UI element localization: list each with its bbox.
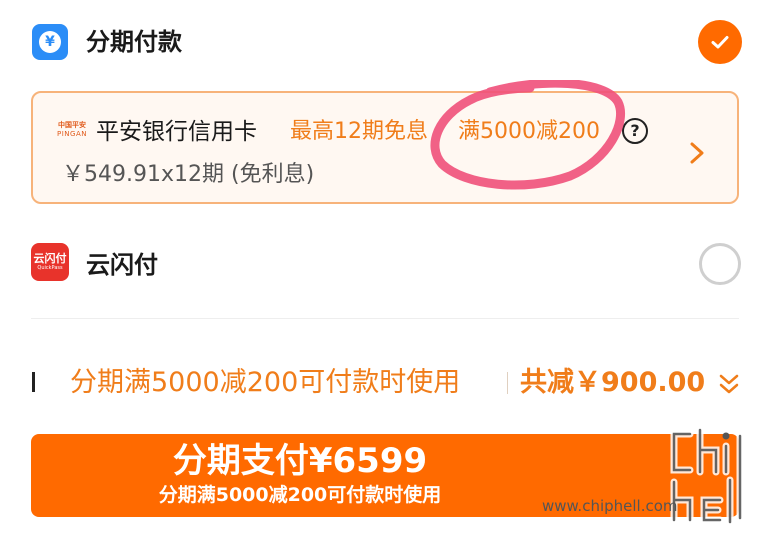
divider (31, 318, 739, 319)
summary-total-discount[interactable]: 共减￥900.00 (520, 364, 705, 402)
watermark-url: www.chiphell.com (542, 497, 678, 515)
bank-name: 平安银行信用卡 (96, 119, 257, 145)
yunshanfu-logo-text: 云闪付 (33, 252, 67, 265)
promo-interest-free: 最高12期免息 (290, 119, 428, 144)
hand-drawn-circle-annotation-icon (430, 80, 626, 190)
pingan-bank-logo-icon: 中国平安 PINGAN (55, 118, 89, 142)
installment-selected-check-icon[interactable] (698, 20, 742, 64)
installment-icon: ¥ (32, 24, 68, 60)
yunshanfu-logo-sub: QuickPass (37, 265, 63, 271)
yunshanfu-logo-icon: 云闪付 QuickPass (31, 243, 69, 281)
bank-logo-en: PINGAN (57, 130, 87, 138)
yunshanfu-title: 云闪付 (86, 251, 158, 279)
double-chevron-down-icon[interactable] (718, 371, 740, 397)
installment-detail: ￥549.91x12期 (免利息) (62, 162, 315, 187)
bank-logo-cn: 中国平安 (58, 121, 86, 129)
yen-coin-icon: ¥ (39, 31, 61, 53)
yunshanfu-radio[interactable] (699, 243, 741, 285)
chevron-right-icon[interactable] (686, 140, 708, 166)
pay-button-sublabel: 分期满5000减200可付款时使用 (158, 484, 442, 506)
checkmark-icon (711, 36, 729, 49)
summary-promo-text: 分期满5000减200可付款时使用 (70, 367, 461, 398)
pay-button-label: 分期支付¥6599 (172, 441, 428, 481)
summary-marker (32, 372, 35, 392)
summary-divider (507, 372, 508, 394)
installment-title: 分期付款 (86, 28, 182, 56)
